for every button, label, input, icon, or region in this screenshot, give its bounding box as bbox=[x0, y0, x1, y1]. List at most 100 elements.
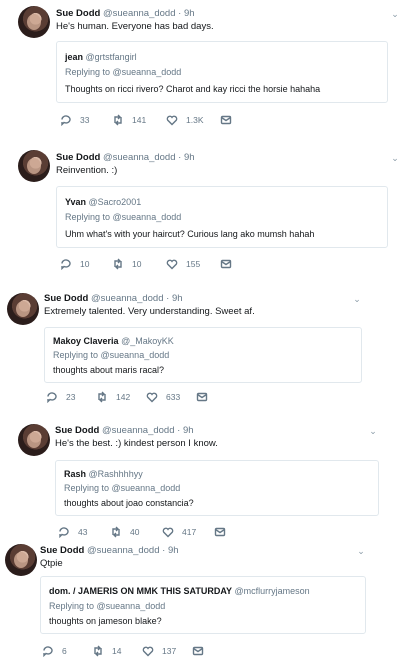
like-button[interactable]: 155 bbox=[166, 257, 200, 271]
reply-icon bbox=[59, 527, 69, 538]
reply-icon bbox=[47, 392, 57, 403]
quoted-author-handle: @_MakoyKK bbox=[121, 336, 174, 346]
author-handle-time[interactable]: @sueanna_dodd · 9h bbox=[91, 293, 183, 304]
quoted-tweet[interactable]: Makoy Claveria @_MakoyKK Replying to @su… bbox=[44, 327, 362, 383]
quoted-author-handle: @Rashhhhyy bbox=[88, 469, 143, 479]
reply-button[interactable]: 43 bbox=[58, 525, 87, 539]
chevron-down-icon[interactable]: ⌄ bbox=[352, 295, 362, 304]
retweet-button[interactable]: 14 bbox=[92, 644, 121, 658]
tweet-header: Sue Dodd @sueanna_dodd · 9h bbox=[55, 425, 194, 436]
author-name[interactable]: Sue Dodd bbox=[56, 152, 100, 163]
replying-to[interactable]: Replying to @sueanna_dodd bbox=[65, 212, 181, 222]
reply-button[interactable]: 10 bbox=[60, 257, 89, 271]
tweet[interactable]: Sue Dodd @sueanna_dodd · 9h ⌄ He's human… bbox=[0, 0, 407, 140]
direct-message-button[interactable] bbox=[196, 390, 208, 404]
author-handle-time[interactable]: @sueanna_dodd · 9h bbox=[87, 545, 179, 556]
tweet-actions: 43 40 417 bbox=[58, 525, 358, 539]
quoted-tweet[interactable]: dom. / JAMERIS ON MMK THIS SATURDAY @mcf… bbox=[40, 576, 366, 634]
direct-message-button[interactable] bbox=[192, 644, 204, 658]
avatar[interactable] bbox=[18, 424, 50, 456]
quoted-tweet[interactable]: jean @grtstfangirl Replying to @sueanna_… bbox=[56, 41, 388, 103]
retweet-icon bbox=[112, 526, 120, 538]
retweet-count: 10 bbox=[132, 259, 142, 269]
tweet-actions: 33 141 1.3K bbox=[60, 113, 360, 127]
author-name[interactable]: Sue Dodd bbox=[56, 8, 100, 19]
avatar[interactable] bbox=[7, 293, 39, 325]
direct-message-icon bbox=[214, 527, 226, 537]
author-name[interactable]: Sue Dodd bbox=[44, 293, 88, 304]
replying-to[interactable]: Replying to @sueanna_dodd bbox=[53, 350, 169, 360]
author-handle-time[interactable]: @sueanna_dodd · 9h bbox=[103, 152, 195, 163]
direct-message-button[interactable] bbox=[220, 113, 232, 127]
retweet-icon bbox=[98, 391, 106, 403]
retweet-button[interactable]: 40 bbox=[110, 525, 139, 539]
quoted-tweet[interactable]: Rash @Rashhhhyy Replying to @sueanna_dod… bbox=[55, 460, 379, 516]
retweet-button[interactable]: 142 bbox=[96, 390, 130, 404]
direct-message-button[interactable] bbox=[220, 257, 232, 271]
tweet-header: Sue Dodd @sueanna_dodd · 9h bbox=[56, 152, 195, 163]
like-button[interactable]: 633 bbox=[146, 390, 180, 404]
like-count: 417 bbox=[182, 527, 197, 537]
replying-to[interactable]: Replying to @sueanna_dodd bbox=[65, 67, 181, 77]
direct-message-icon bbox=[196, 392, 208, 402]
chevron-down-icon[interactable]: ⌄ bbox=[390, 10, 400, 19]
tweet[interactable]: Sue Dodd @sueanna_dodd · 9h ⌄ Qtpie dom.… bbox=[0, 540, 407, 665]
quoted-author-name: jean bbox=[65, 52, 84, 62]
reply-count: 10 bbox=[80, 259, 90, 269]
like-button[interactable]: 137 bbox=[142, 644, 176, 658]
reply-button[interactable]: 23 bbox=[46, 390, 75, 404]
direct-message-button[interactable] bbox=[214, 525, 226, 539]
tweet[interactable]: Sue Dodd @sueanna_dodd · 9h ⌄ Extremely … bbox=[0, 285, 407, 415]
tweet-actions: 23 142 633 bbox=[46, 390, 346, 404]
like-count: 1.3K bbox=[186, 115, 204, 125]
heart-icon bbox=[142, 646, 154, 657]
tweet-text: Extremely talented. Very understanding. … bbox=[44, 306, 255, 317]
avatar[interactable] bbox=[18, 150, 50, 182]
quoted-text: Uhm what's with your haircut? Curious la… bbox=[65, 229, 315, 239]
retweet-count: 141 bbox=[132, 115, 147, 125]
chevron-down-icon[interactable]: ⌄ bbox=[390, 154, 400, 163]
retweet-icon bbox=[114, 258, 122, 270]
author-name[interactable]: Sue Dodd bbox=[55, 425, 99, 436]
author-handle-time[interactable]: @sueanna_dodd · 9h bbox=[103, 8, 195, 19]
reply-count: 33 bbox=[80, 115, 90, 125]
like-count: 155 bbox=[186, 259, 201, 269]
retweet-button[interactable]: 10 bbox=[112, 257, 141, 271]
reply-button[interactable]: 33 bbox=[60, 113, 89, 127]
like-button[interactable]: 1.3K bbox=[166, 113, 204, 127]
tweet[interactable]: Sue Dodd @sueanna_dodd · 9h ⌄ Reinventio… bbox=[0, 140, 407, 280]
chevron-down-icon[interactable]: ⌄ bbox=[368, 427, 378, 436]
quoted-text: Thoughts on ricci rivero? Charot and kay… bbox=[65, 84, 321, 94]
tweet-actions: 10 10 155 bbox=[60, 257, 360, 271]
retweet-count: 40 bbox=[130, 527, 140, 537]
retweet-button[interactable]: 141 bbox=[112, 113, 146, 127]
retweet-count: 142 bbox=[116, 392, 131, 402]
quoted-tweet[interactable]: Yvan @Sacro2001 Replying to @sueanna_dod… bbox=[56, 186, 388, 248]
quoted-text: thoughts about joao constancia? bbox=[64, 498, 194, 508]
reply-button[interactable]: 6 bbox=[42, 644, 67, 658]
tweet-text: He's human. Everyone has bad days. bbox=[56, 21, 214, 32]
avatar[interactable] bbox=[18, 6, 50, 38]
replying-to[interactable]: Replying to @sueanna_dodd bbox=[49, 601, 165, 611]
direct-message-icon bbox=[220, 115, 232, 125]
author-name[interactable]: Sue Dodd bbox=[40, 545, 84, 556]
like-count: 633 bbox=[166, 392, 181, 402]
reply-icon bbox=[61, 259, 71, 270]
tweet-actions: 6 14 137 bbox=[42, 644, 342, 658]
quoted-text: thoughts on jameson blake? bbox=[49, 616, 162, 626]
direct-message-icon bbox=[192, 646, 204, 656]
like-button[interactable]: 417 bbox=[162, 525, 196, 539]
tweet[interactable]: Sue Dodd @sueanna_dodd · 9h ⌄ He's the b… bbox=[0, 420, 407, 545]
direct-message-icon bbox=[220, 259, 232, 269]
quoted-author-name: Yvan bbox=[65, 197, 87, 207]
quoted-author-name: dom. / JAMERIS ON MMK THIS SATURDAY bbox=[49, 586, 233, 596]
heart-icon bbox=[146, 392, 158, 403]
like-count: 137 bbox=[162, 646, 177, 656]
retweet-icon bbox=[94, 645, 102, 657]
tweet-header: Sue Dodd @sueanna_dodd · 9h bbox=[44, 293, 183, 304]
replying-to[interactable]: Replying to @sueanna_dodd bbox=[64, 483, 180, 493]
chevron-down-icon[interactable]: ⌄ bbox=[356, 547, 366, 556]
tweet-header: Sue Dodd @sueanna_dodd · 9h bbox=[56, 8, 195, 19]
author-handle-time[interactable]: @sueanna_dodd · 9h bbox=[102, 425, 194, 436]
avatar[interactable] bbox=[5, 544, 37, 576]
